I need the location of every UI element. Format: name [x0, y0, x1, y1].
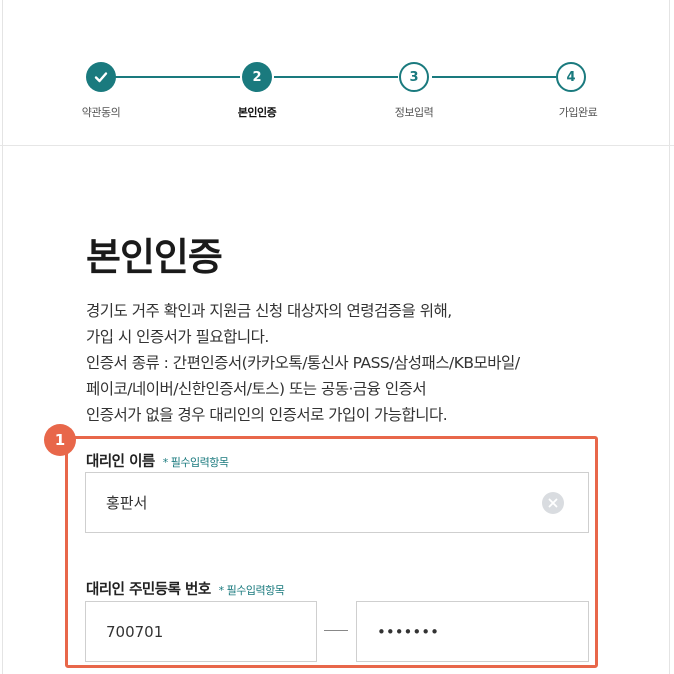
step-2-label: 본인인증	[237, 106, 277, 119]
rrn-separator	[324, 630, 348, 631]
rrn-front-input[interactable]: 700701	[85, 601, 317, 662]
step-3-circle: 3	[399, 62, 429, 92]
step-connector-2	[274, 76, 398, 78]
step-3-label: 정보입력	[394, 106, 434, 119]
required-tag: * 필수입력항목	[162, 456, 229, 469]
step-1-label: 약관동의	[81, 106, 121, 119]
proxy-name-label: 대리인 이름 * 필수입력항목	[86, 450, 229, 471]
proxy-name-input[interactable]: 홍판서	[85, 472, 589, 533]
description-line: 경기도 거주 확인과 지원금 신청 대상자의 연령검증을 위해,	[86, 302, 452, 320]
step-4-circle: 4	[556, 62, 586, 92]
proxy-name-label-text: 대리인 이름	[86, 454, 155, 470]
proxy-name-value: 홍판서	[106, 494, 148, 512]
step-4-number: 4	[566, 69, 576, 85]
step-4-label: 가입완료	[558, 106, 598, 119]
signup-stepper: 2 3 4 약관동의 본인인증 정보입력 가입완료	[0, 0, 674, 146]
step-connector-3	[432, 76, 556, 78]
step-connector-1	[104, 76, 240, 78]
page-title: 본인인증	[86, 235, 223, 279]
rrn-front-value: 700701	[106, 622, 164, 641]
description-line: 인증서가 없을 경우 대리인의 인증서로 가입이 가능합니다.	[86, 406, 448, 424]
required-tag: * 필수입력항목	[218, 584, 285, 597]
step-1-circle	[86, 62, 116, 92]
rrn-back-value: •••••••	[377, 622, 439, 641]
check-icon	[94, 72, 108, 83]
clear-icon[interactable]	[542, 492, 564, 514]
step-3-number: 3	[409, 69, 419, 85]
description-line: 페이코/네이버/신한인증서/토스) 또는 공동·금융 인증서	[86, 380, 427, 398]
description-line: 인증서 종류 : 간편인증서(카카오톡/통신사 PASS/삼성패스/KB모바일/	[86, 354, 520, 372]
rrn-back-input[interactable]: •••••••	[356, 601, 589, 662]
close-icon	[548, 498, 558, 508]
description-line: 가입 시 인증서가 필요합니다.	[86, 328, 269, 346]
step-2-number: 2	[252, 69, 262, 85]
verification-description: 경기도 거주 확인과 지원금 신청 대상자의 연령검증을 위해, 가입 시 인증…	[86, 298, 606, 428]
annotation-badge: 1	[44, 424, 76, 456]
proxy-rrn-label-text: 대리인 주민등록 번호	[86, 582, 211, 598]
step-2-circle: 2	[242, 62, 272, 92]
proxy-rrn-label: 대리인 주민등록 번호 * 필수입력항목	[86, 578, 285, 599]
